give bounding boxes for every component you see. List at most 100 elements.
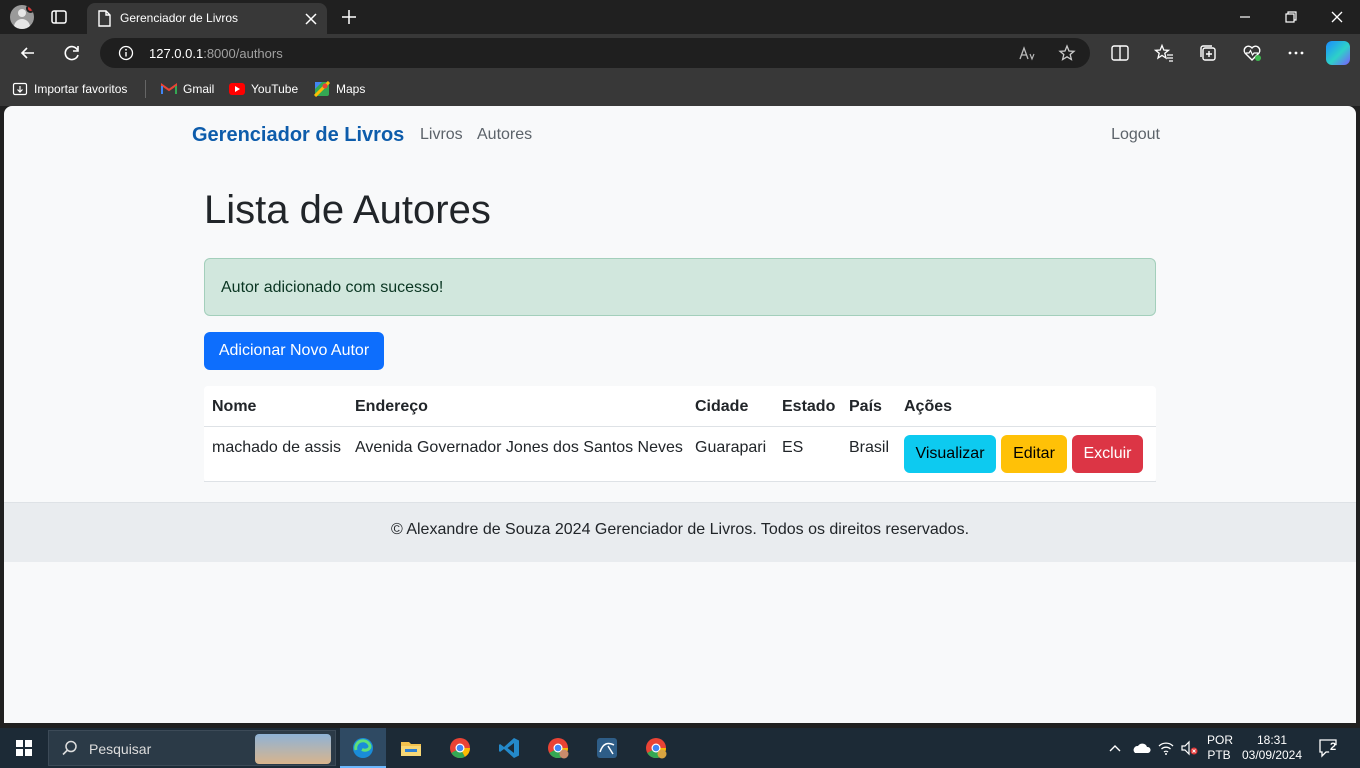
restore-icon[interactable] [1282, 8, 1300, 26]
favorites-icon[interactable] [1154, 43, 1174, 63]
copilot-icon[interactable] [1326, 41, 1350, 65]
delete-button[interactable]: Excluir [1072, 435, 1143, 473]
favorite-star-icon[interactable] [1058, 44, 1076, 62]
header-pais: País [849, 398, 882, 415]
browser-essentials-icon[interactable] [1242, 43, 1262, 63]
web-page: Gerenciador de Livros Livros Autores Log… [4, 106, 1356, 723]
taskbar-chrome-profile[interactable] [535, 728, 581, 768]
address-bar-row: 127.0.0.1:8000/authors [0, 34, 1360, 72]
logout-link[interactable]: Logout [1111, 126, 1160, 144]
favorite-youtube[interactable]: YouTube [229, 80, 298, 98]
favorites-bar: Importar favoritos Gmail YouTube Maps [0, 72, 1360, 106]
folder-icon [401, 742, 421, 756]
search-placeholder: Pesquisar [89, 741, 152, 757]
minimize-icon[interactable] [1236, 8, 1254, 26]
taskbar: Pesquisar POR PTB 18:31 03/09/2024 2 [0, 728, 1360, 768]
browser-tab-bar: Gerenciador de Livros [0, 0, 1360, 34]
edge-icon [353, 738, 373, 758]
split-screen-icon[interactable] [1110, 43, 1130, 63]
taskbar-search[interactable]: Pesquisar [48, 730, 336, 766]
language-indicator[interactable]: POR PTB [1207, 733, 1234, 768]
youtube-icon [229, 83, 245, 95]
navbar-brand[interactable]: Gerenciador de Livros [192, 124, 404, 147]
favorite-import[interactable]: Importar favoritos [12, 80, 127, 98]
header-acoes: Ações [904, 398, 953, 415]
cell-estado: ES [782, 439, 804, 456]
cell-endereco: Avenida Governador Jones dos Santos Neve… [355, 439, 683, 456]
page-icon [98, 10, 111, 27]
favorite-label: Gmail [183, 82, 215, 96]
new-tab-icon[interactable] [340, 8, 358, 26]
chevron-up-icon[interactable] [1108, 741, 1122, 755]
favorite-label: Importar favoritos [34, 82, 128, 96]
browser-tab[interactable]: Gerenciador de Livros [87, 3, 327, 34]
chrome-profile-icon [548, 738, 569, 759]
header-cidade: Cidade [695, 398, 749, 415]
taskbar-chrome[interactable] [437, 728, 483, 768]
refresh-icon[interactable] [62, 43, 82, 63]
wifi-icon[interactable] [1158, 740, 1174, 756]
profile-avatar[interactable] [10, 5, 34, 29]
vscode-icon [499, 738, 519, 758]
gmail-icon [161, 83, 177, 94]
success-alert: Autor adicionado com sucesso! [204, 258, 1156, 316]
tab-title: Gerenciador de Livros [120, 11, 239, 25]
clock-time: 18:31 [1256, 733, 1288, 747]
favorite-gmail[interactable]: Gmail [161, 80, 214, 98]
cell-cidade: Guarapari [695, 439, 767, 456]
clock-date: 03/09/2024 [1241, 748, 1303, 762]
url-text: 127.0.0.1:8000/authors [149, 46, 283, 61]
volume-muted-icon[interactable] [1180, 740, 1198, 756]
chrome-icon [450, 738, 471, 759]
cell-pais: Brasil [849, 439, 890, 456]
close-window-icon[interactable] [1328, 8, 1346, 26]
favorite-label: Maps [336, 82, 366, 96]
chrome-profile-icon [646, 738, 667, 759]
site-info-icon[interactable] [118, 45, 134, 61]
add-author-button[interactable]: Adicionar Novo Autor [204, 332, 384, 370]
more-options-icon[interactable] [1286, 43, 1306, 63]
edit-button[interactable]: Editar [1001, 435, 1067, 473]
mysql-workbench-icon [597, 738, 617, 758]
taskbar-mysql-workbench[interactable] [584, 728, 630, 768]
onedrive-icon[interactable] [1131, 741, 1151, 755]
header-estado: Estado [782, 398, 836, 415]
row-divider [204, 481, 1156, 482]
footer-text: © Alexandre de Souza 2024 Gerenciador de… [390, 521, 970, 538]
close-tab-icon[interactable] [303, 11, 319, 27]
url-host: 127.0.0.1 [149, 46, 204, 61]
alert-message: Autor adicionado com sucesso! [221, 279, 444, 296]
header-endereco: Endereço [355, 398, 428, 415]
search-highlight-image [255, 734, 331, 764]
taskbar-edge[interactable] [340, 728, 386, 768]
back-icon[interactable] [18, 43, 38, 63]
authors-table: Nome Endereço Cidade Estado País Ações m… [204, 386, 1156, 482]
maps-icon [314, 81, 330, 97]
keyboard-layout: PTB [1207, 748, 1231, 762]
cell-nome: machado de assis [212, 439, 341, 456]
search-icon [62, 740, 77, 756]
language-code: POR [1207, 733, 1234, 747]
page-title: Lista de Autores [204, 188, 491, 232]
notification-count: 2 [1330, 741, 1337, 753]
taskbar-file-explorer[interactable] [388, 728, 434, 768]
notifications-button[interactable]: 2 [1318, 738, 1342, 758]
taskbar-vscode[interactable] [486, 728, 532, 768]
view-button[interactable]: Visualizar [904, 435, 996, 473]
favorite-maps[interactable]: Maps [314, 80, 365, 98]
header-divider [204, 426, 1156, 427]
footer: © Alexandre de Souza 2024 Gerenciador de… [4, 502, 1356, 562]
nav-link-autores[interactable]: Autores [477, 126, 532, 144]
collections-icon[interactable] [1198, 43, 1218, 63]
favorite-label: YouTube [251, 82, 299, 96]
taskbar-chrome-profile-2[interactable] [633, 728, 679, 768]
clock[interactable]: 18:31 03/09/2024 [1240, 733, 1304, 768]
windows-start-icon[interactable] [16, 740, 32, 756]
import-favorites-icon [12, 82, 28, 96]
url-input[interactable]: 127.0.0.1:8000/authors [100, 38, 1090, 68]
read-aloud-icon[interactable] [1018, 45, 1036, 61]
url-path: :8000/authors [203, 46, 283, 61]
tab-actions-icon[interactable] [50, 8, 68, 26]
nav-link-livros[interactable]: Livros [420, 126, 463, 144]
favorites-divider [145, 80, 146, 98]
